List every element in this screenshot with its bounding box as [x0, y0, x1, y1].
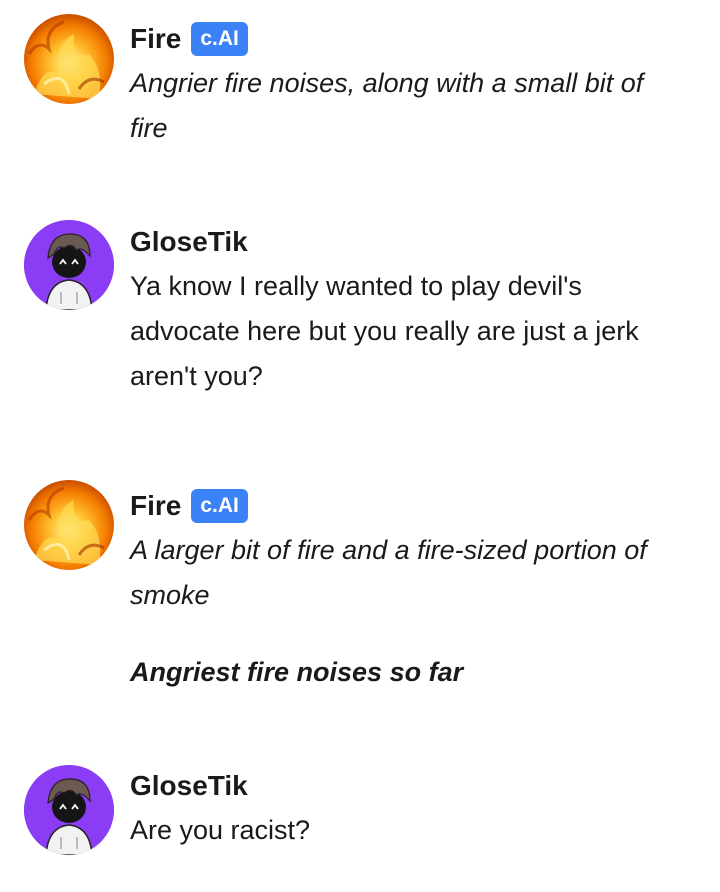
message-text: A larger bit of fire and a fire-sized po… [130, 535, 647, 610]
message-text-emphasis: Angriest fire noises so far [130, 657, 464, 687]
message-text: Are you racist? [130, 815, 311, 845]
author-name[interactable]: Fire [130, 21, 181, 57]
author-name[interactable]: GloseTik [130, 768, 248, 804]
cartoon-character-avatar-icon[interactable] [24, 765, 114, 855]
fire-avatar-icon[interactable] [24, 14, 114, 104]
cartoon-character-avatar-icon[interactable] [24, 220, 114, 310]
chat-message: Fire c.AI Angrier fire noises, along wit… [0, 0, 720, 180]
chat-message: Fire c.AI A larger bit of fire and a fir… [0, 470, 720, 720]
message-header: GloseTik [130, 768, 248, 804]
message-header: Fire c.AI [130, 488, 248, 524]
message-header: Fire c.AI [130, 21, 248, 57]
ai-badge: c.AI [191, 22, 248, 56]
chat-message: GloseTik Ya know I really wanted to play… [0, 200, 720, 420]
author-name[interactable]: GloseTik [130, 224, 248, 260]
chat-message: GloseTik Are you racist? [0, 745, 720, 892]
message-text: Angrier fire noises, along with a small … [130, 68, 644, 143]
author-name[interactable]: Fire [130, 488, 181, 524]
message-text: Ya know I really wanted to play devil's … [130, 271, 639, 391]
message-header: GloseTik [130, 224, 248, 260]
fire-avatar-icon[interactable] [24, 480, 114, 570]
ai-badge: c.AI [191, 489, 248, 523]
